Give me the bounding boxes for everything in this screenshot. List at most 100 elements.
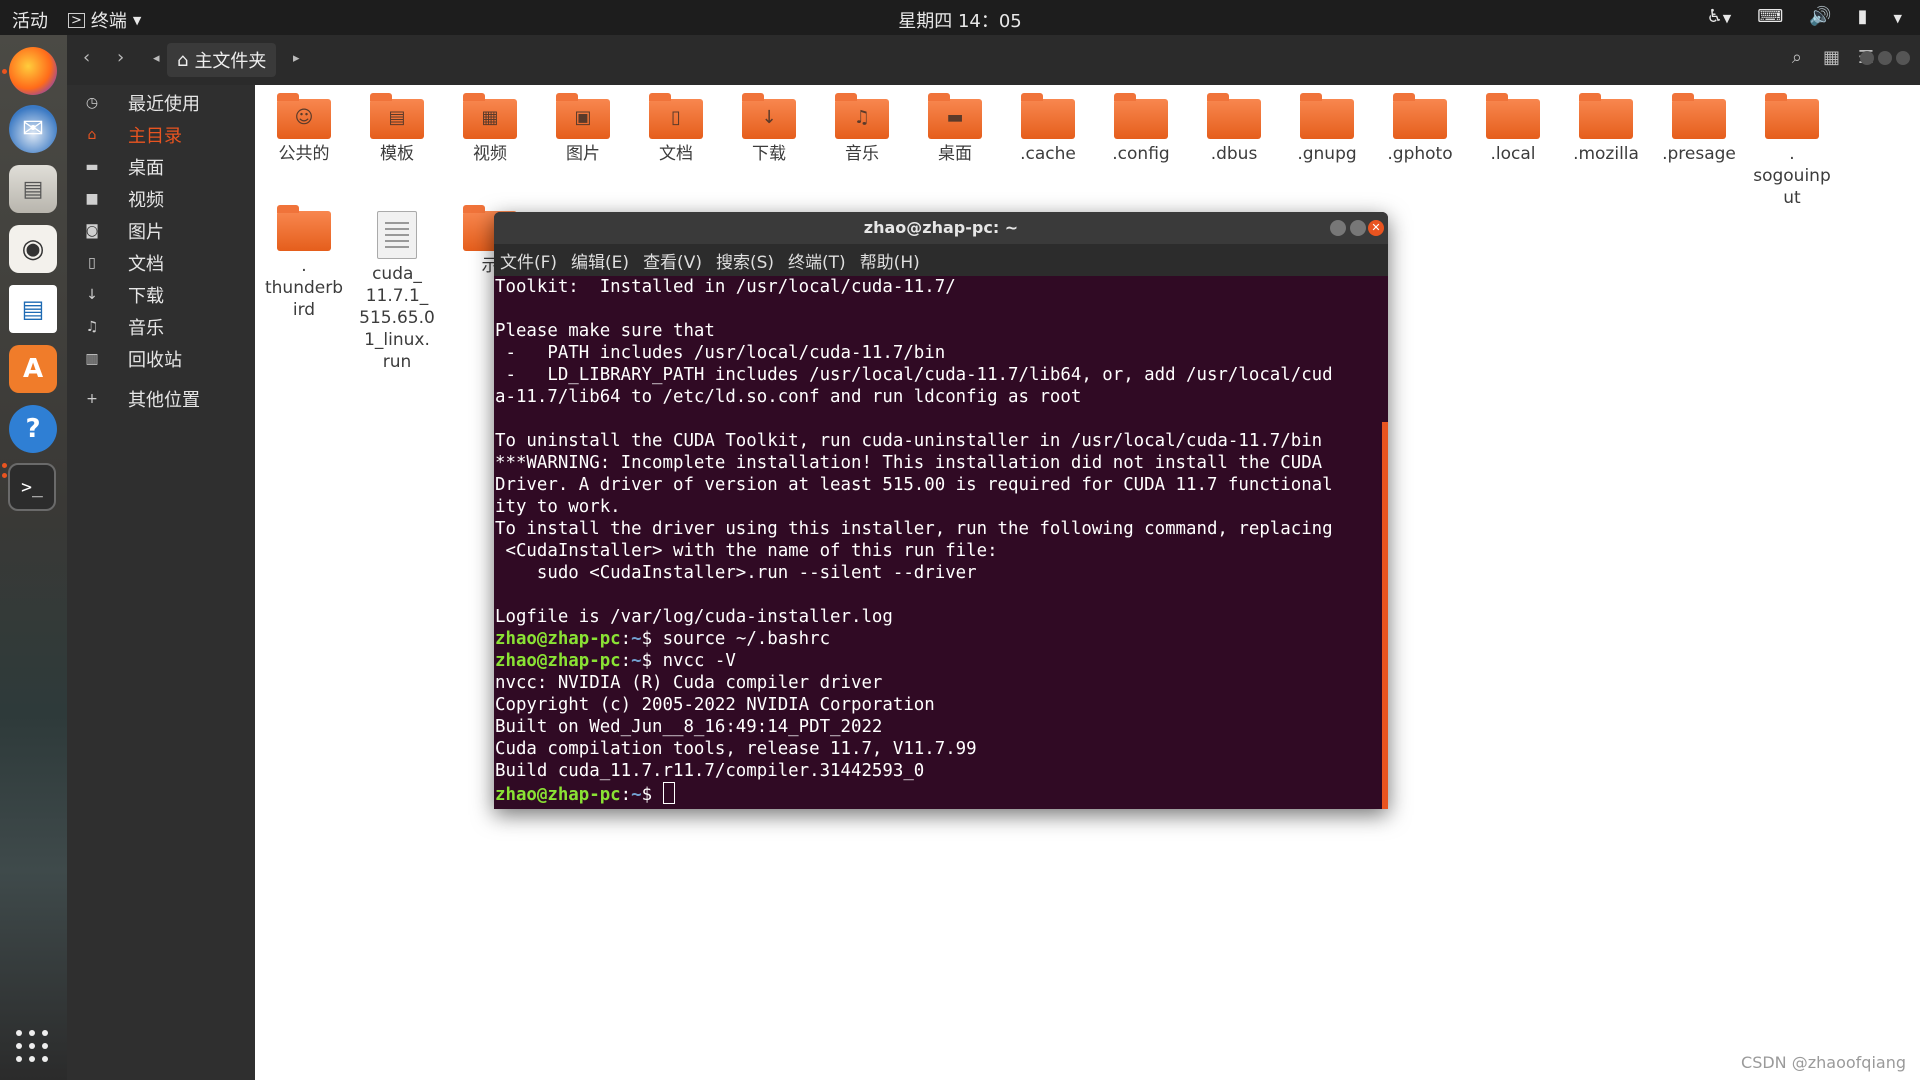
sidebar-item-label: 音乐 <box>128 318 164 339</box>
terminal-title: zhao@zhap-pc: ~ <box>863 218 1019 237</box>
file-item[interactable]: ↓ 下载 <box>726 93 812 165</box>
terminal-menu-item[interactable]: 查看(V) <box>643 248 702 273</box>
terminal-menu-item[interactable]: 终端(T) <box>788 248 846 273</box>
file-item[interactable]: .gphoto <box>1377 93 1463 165</box>
sidebar-item-7[interactable]: ♫ 音乐 <box>67 311 255 343</box>
file-item[interactable]: ☺ 公共的 <box>261 93 347 165</box>
maximize-icon[interactable] <box>1350 220 1366 236</box>
music-emblem-icon: ♫ <box>853 107 871 128</box>
sidebar-item-1[interactable]: ⌂ 主目录 <box>67 119 255 151</box>
files-icon[interactable]: ▤ <box>9 165 57 213</box>
file-item[interactable]: ▦ 视频 <box>447 93 533 165</box>
folder-icon <box>1765 93 1819 139</box>
close-icon[interactable]: ✕ <box>1368 220 1384 236</box>
terminal-icon[interactable]: >_ <box>8 463 56 511</box>
path-right-arrow-icon[interactable]: ▸ <box>293 51 300 66</box>
terminal-line: Logfile is /var/log/cuda-installer.log <box>495 607 893 627</box>
file-label: cuda_ 11.7.1_ 515.65.0 1_linux. run <box>359 264 435 372</box>
folder-icon <box>1114 93 1168 139</box>
terminal-menu-item[interactable]: 搜索(S) <box>716 248 774 273</box>
terminal-titlebar[interactable]: zhao@zhap-pc: ~ ✕ <box>494 212 1388 244</box>
keyboard-icon[interactable]: ⌨ <box>1757 6 1783 27</box>
prompt-path: ~ <box>631 785 642 805</box>
sidebar-item-label: 文档 <box>128 254 164 275</box>
rhythmbox-icon[interactable]: ◉ <box>9 225 57 273</box>
search-icon[interactable]: ⌕ <box>1792 47 1802 68</box>
back-icon[interactable]: ‹ <box>83 47 90 68</box>
terminal-menubar: 文件(F) 编辑(E) 查看(V) 搜索(S) 终端(T) 帮助(H) <box>494 244 1388 276</box>
sidebar: ◷ 最近使用 ⌂ 主目录 ▬ 桌面 ■ 视频 ◙ 图片 ▯ 文档 ↓ 下载 ♫ 音乐 ▥ 回收站 + 其他位置 <box>67 85 255 1080</box>
file-item[interactable]: .presage <box>1656 93 1742 165</box>
window-controls[interactable] <box>1860 51 1910 65</box>
sidebar-item-label: 主目录 <box>128 126 182 147</box>
software-icon[interactable]: A <box>9 345 57 393</box>
file-item[interactable]: ▯ 文档 <box>633 93 719 165</box>
terminal-menu-item[interactable]: 文件(F) <box>500 248 557 273</box>
terminal-line: - LD_LIBRARY_PATH includes /usr/local/cu… <box>495 365 1333 385</box>
prompt-user: zhao@zhap-pc <box>495 651 621 671</box>
file-item[interactable]: ▣ 图片 <box>540 93 626 165</box>
terminal-menu-item[interactable]: 帮助(H) <box>860 248 920 273</box>
accessibility-icon[interactable]: ♿▼ <box>1707 6 1732 27</box>
show-applications-icon[interactable] <box>16 1030 50 1064</box>
file-item[interactable]: . sogouinp ut <box>1749 93 1835 209</box>
file-item[interactable]: .local <box>1470 93 1556 165</box>
download-icon: ↓ <box>86 287 98 303</box>
file-label: 文档 <box>659 144 693 164</box>
sidebar-item-4[interactable]: ◙ 图片 <box>67 215 255 247</box>
terminal-cursor <box>662 782 675 804</box>
help-icon[interactable]: ? <box>9 405 57 453</box>
forward-icon[interactable]: › <box>117 47 124 68</box>
sidebar-item-2[interactable]: ▬ 桌面 <box>67 151 255 183</box>
terminal-window[interactable]: zhao@zhap-pc: ~ ✕ 文件(F) 编辑(E) 查看(V) 搜索(S) 终端… <box>494 212 1388 809</box>
terminal-output[interactable]: Toolkit: Installed in /usr/local/cuda-11… <box>494 276 1380 809</box>
file-item[interactable]: ▤ 模板 <box>354 93 440 165</box>
view-grid-icon[interactable]: ▦ <box>1823 47 1840 68</box>
file-item[interactable]: .cache <box>1005 93 1091 165</box>
file-item[interactable]: . thunderb ird <box>261 205 347 321</box>
path-bar-home[interactable]: ⌂ 主文件夹 <box>167 43 277 77</box>
sidebar-item-3[interactable]: ■ 视频 <box>67 183 255 215</box>
app-menu[interactable]: > 终端 ▼ <box>68 7 141 33</box>
sidebar-item-0[interactable]: ◷ 最近使用 <box>67 87 255 119</box>
file-item[interactable]: .config <box>1098 93 1184 165</box>
terminal-line: <CudaInstaller> with the name of this ru… <box>495 541 998 561</box>
activities-button[interactable]: 活动 <box>12 7 48 33</box>
path-left-arrow-icon[interactable]: ◂ <box>153 51 160 66</box>
power-menu-icon[interactable]: ▼ <box>1894 6 1902 27</box>
file-item[interactable]: ▬ 桌面 <box>912 93 998 165</box>
file-item[interactable]: ♫ 音乐 <box>819 93 905 165</box>
clock[interactable]: 星期四 14：05 <box>898 11 1022 32</box>
system-tray[interactable]: ♿▼ ⌨ 🔊 ▮ ▼ <box>1707 6 1902 27</box>
file-label: 下载 <box>752 144 786 164</box>
command-text: nvcc -V <box>662 651 736 671</box>
file-item[interactable]: .mozilla <box>1563 93 1649 165</box>
thunderbird-icon[interactable]: ✉ <box>9 105 57 153</box>
file-item[interactable]: cuda_ 11.7.1_ 515.65.0 1_linux. run <box>354 211 440 373</box>
sidebar-item-label: 下载 <box>128 286 164 307</box>
minimize-icon[interactable] <box>1330 220 1346 236</box>
home-icon: ⌂ <box>177 49 189 71</box>
folder-icon: ▦ <box>463 93 517 139</box>
sidebar-item-5[interactable]: ▯ 文档 <box>67 247 255 279</box>
writer-icon[interactable]: ▤ <box>9 285 57 333</box>
file-label: .dbus <box>1210 144 1258 164</box>
folder-icon <box>1486 93 1540 139</box>
file-item[interactable]: .gnupg <box>1284 93 1370 165</box>
terminal-menu-item[interactable]: 编辑(E) <box>571 248 629 273</box>
sidebar-item-6[interactable]: ↓ 下载 <box>67 279 255 311</box>
terminal-line: ity to work. <box>495 497 621 517</box>
document-icon: ▯ <box>88 255 96 271</box>
sidebar-item-8[interactable]: ▥ 回收站 <box>67 343 255 375</box>
running-indicator <box>2 463 7 468</box>
file-item[interactable]: .dbus <box>1191 93 1277 165</box>
volume-icon[interactable]: 🔊 <box>1809 6 1831 27</box>
firefox-icon[interactable] <box>9 47 57 95</box>
battery-icon[interactable]: ▮ <box>1858 6 1868 27</box>
terminal-scrollbar[interactable] <box>1382 422 1388 809</box>
sidebar-item-9[interactable]: + 其他位置 <box>67 383 255 415</box>
terminal-line: ***WARNING: Incomplete installation! Thi… <box>495 453 1323 473</box>
terminal-line: a-11.7/lib64 to /etc/ld.so.conf and run … <box>495 387 1082 407</box>
sidebar-item-label: 视频 <box>128 190 164 211</box>
